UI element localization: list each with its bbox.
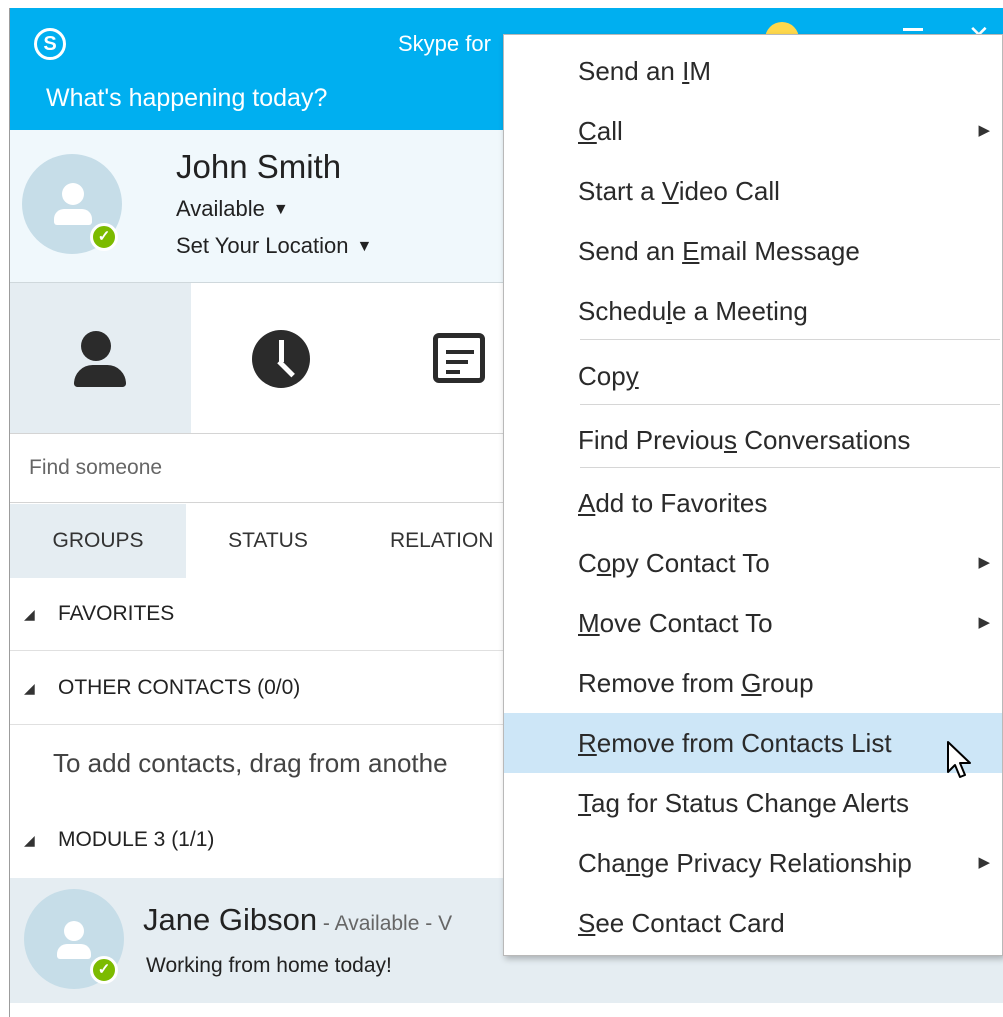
access-key: S — [578, 908, 596, 938]
whats-happening-note[interactable]: What's happening today? — [46, 84, 327, 113]
mouse-cursor-icon — [947, 741, 971, 778]
menu-item-copy[interactable]: Copy — [504, 346, 1002, 406]
menu-item-label: Schedule a Meeting — [578, 296, 808, 326]
status-dropdown[interactable]: Available ▼ — [176, 196, 289, 222]
group-label: MODULE 3 (1/1) — [58, 828, 215, 851]
presence-available-icon: ✓ — [90, 223, 118, 251]
menu-separator — [580, 404, 1000, 405]
menu-item-label: Remove from Group — [578, 668, 814, 698]
empty-group-hint: To add contacts, drag from anothe — [53, 748, 448, 778]
menu-item-see-contact-card[interactable]: See Contact Card — [504, 893, 1002, 953]
menu-item-move-contact-to[interactable]: Move Contact To ▶ — [504, 593, 1002, 653]
group-label: OTHER CONTACTS (0/0) — [58, 676, 301, 699]
submenu-arrow-icon: ▶ — [978, 854, 990, 871]
menu-item-label: Call — [578, 116, 623, 146]
collapse-triangle-icon: ◢ — [24, 832, 35, 848]
submenu-arrow-icon: ▶ — [978, 554, 990, 571]
chevron-down-icon: ▼ — [272, 201, 289, 218]
menu-separator — [580, 467, 1000, 468]
access-key: G — [741, 668, 762, 698]
menu-item-start-video-call[interactable]: Start a Video Call — [504, 161, 1002, 221]
contact-name-text: Jane Gibson — [143, 902, 318, 937]
presence-available-icon: ✓ — [90, 956, 118, 984]
contact-context-menu: Send an IM Call ▶ Start a Video Call Send an… — [503, 34, 1003, 956]
access-key: n — [625, 848, 641, 878]
menu-item-label: Find Previous Conversations — [578, 425, 911, 455]
collapse-triangle-icon: ◢ — [24, 680, 35, 696]
access-key: y — [625, 361, 639, 391]
collapse-triangle-icon: ◢ — [24, 606, 35, 622]
tab-contacts[interactable] — [10, 283, 191, 433]
search-input[interactable] — [10, 434, 510, 502]
access-key: C — [578, 116, 597, 146]
tab-conversations[interactable] — [191, 283, 381, 433]
contact-note: Working from home today! — [146, 954, 392, 977]
menu-item-send-im[interactable]: Send an IM — [504, 41, 1002, 101]
access-key: E — [682, 236, 700, 266]
access-key: M — [578, 608, 600, 638]
menu-item-copy-contact-to[interactable]: Copy Contact To ▶ — [504, 533, 1002, 593]
submenu-arrow-icon: ▶ — [978, 614, 990, 631]
access-key: V — [661, 176, 679, 206]
menu-item-label: Move Contact To — [578, 608, 773, 638]
menu-item-remove-from-group[interactable]: Remove from Group — [504, 653, 1002, 713]
access-key: o — [596, 548, 612, 578]
menu-item-label: See Contact Card — [578, 908, 785, 938]
skype-logo-icon: S — [34, 28, 66, 60]
history-icon — [252, 330, 310, 388]
access-key: T — [578, 788, 591, 818]
menu-item-schedule-meeting[interactable]: Schedule a Meeting — [504, 281, 1002, 341]
menu-separator — [580, 339, 1000, 340]
menu-item-label: Add to Favorites — [578, 488, 768, 518]
menu-item-label: Send an IM — [578, 56, 711, 86]
menu-item-remove-from-contacts-list[interactable]: Remove from Contacts List — [504, 713, 1002, 773]
profile-name: John Smith — [176, 148, 342, 185]
menu-item-find-previous-conversations[interactable]: Find Previous Conversations — [504, 410, 1002, 470]
location-label: Set Your Location — [176, 233, 349, 258]
menu-item-label: Remove from Contacts List — [578, 728, 892, 758]
menu-item-label: Tag for Status Change Alerts — [578, 788, 909, 818]
app-title: Skype for — [398, 31, 491, 56]
menu-item-tag-status-alerts[interactable]: Tag for Status Change Alerts — [504, 773, 1002, 833]
access-key: R — [578, 728, 597, 758]
tab-groups[interactable]: GROUPS — [10, 504, 186, 578]
menu-item-change-privacy-relationship[interactable]: Change Privacy Relationship ▶ — [504, 833, 1002, 893]
tab-relationships[interactable]: RELATION — [350, 504, 510, 578]
chevron-down-icon: ▼ — [356, 238, 373, 255]
menu-item-send-email[interactable]: Send an Email Message — [504, 221, 1002, 281]
contact-status-text: - Available - V — [317, 912, 453, 935]
status-label: Available — [176, 196, 265, 221]
contact-name: Jane Gibson - Available - V — [143, 902, 452, 938]
tab-status[interactable]: STATUS — [186, 504, 350, 578]
menu-item-call[interactable]: Call ▶ — [504, 101, 1002, 161]
location-dropdown[interactable]: Set Your Location ▼ — [176, 233, 372, 259]
menu-item-label: Copy Contact To — [578, 548, 770, 578]
meetings-icon — [433, 333, 485, 383]
menu-item-label: Copy — [578, 361, 639, 391]
submenu-arrow-icon: ▶ — [978, 122, 990, 139]
access-key: s — [723, 425, 737, 455]
menu-item-label: Send an Email Message — [578, 236, 860, 266]
menu-item-label: Change Privacy Relationship — [578, 848, 912, 878]
menu-item-add-to-favorites[interactable]: Add to Favorites — [504, 473, 1002, 533]
group-label: FAVORITES — [58, 602, 175, 625]
access-key: A — [578, 488, 596, 518]
menu-item-label: Start a Video Call — [578, 176, 780, 206]
